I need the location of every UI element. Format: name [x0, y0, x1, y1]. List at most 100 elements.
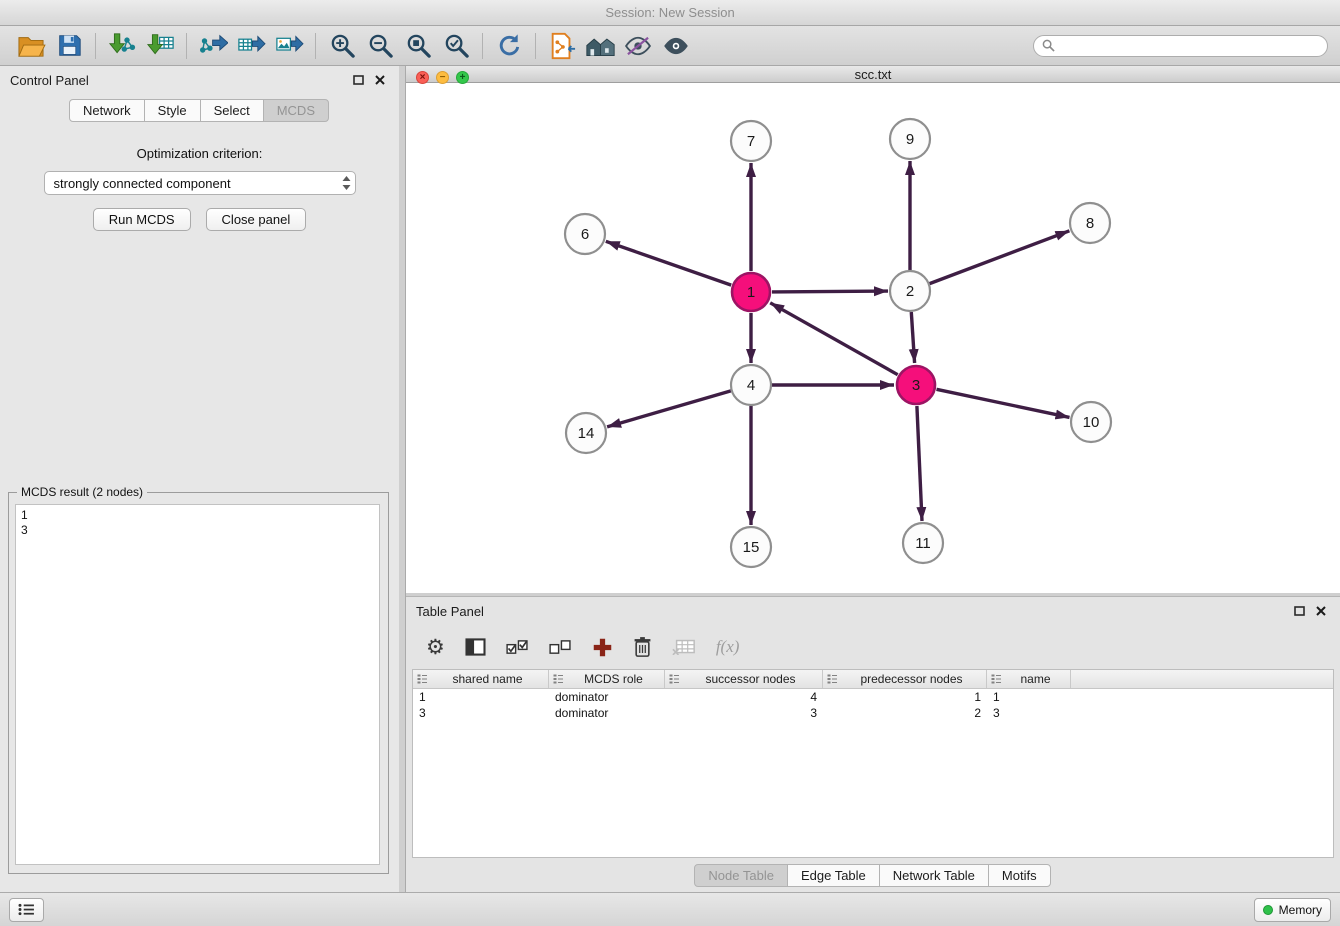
tab-network-table[interactable]: Network Table [879, 864, 989, 887]
right-column: × − + scc.txt 7968124314101511 [405, 66, 1340, 892]
window-title: Session: New Session [605, 5, 734, 20]
zoom-selected-button[interactable] [437, 29, 475, 63]
delete-table-button[interactable] [672, 639, 696, 655]
cell-successor-nodes[interactable]: 4 [665, 689, 823, 705]
cell-mcds-role[interactable]: dominator [549, 689, 665, 705]
close-panel-button[interactable] [371, 72, 389, 88]
cell-successor-nodes[interactable]: 3 [665, 705, 823, 721]
edge-2-3[interactable] [911, 312, 914, 363]
cell-name[interactable]: 3 [987, 705, 1071, 721]
application-window: Session: New Session [0, 0, 1340, 926]
network-window-title: scc.txt [855, 67, 892, 82]
main-toolbar [0, 26, 1340, 66]
tab-edge-table[interactable]: Edge Table [787, 864, 880, 887]
table-header-row: shared name MCDS role [413, 670, 1333, 689]
float-icon [1294, 606, 1305, 616]
tab-node-table[interactable]: Node Table [694, 864, 788, 887]
task-history-button[interactable] [9, 898, 44, 922]
mcds-panel-body: Optimization criterion: strongly connect… [0, 122, 399, 892]
show-graphics-details-button[interactable] [619, 29, 657, 63]
tab-style[interactable]: Style [144, 99, 201, 122]
search-input[interactable] [1061, 39, 1319, 53]
node-label-11: 11 [915, 535, 931, 552]
node-label-7: 7 [747, 133, 755, 150]
toolbar-separator [535, 33, 536, 59]
node-label-4: 4 [747, 377, 755, 394]
edge-1-2[interactable] [772, 291, 888, 292]
criterion-dropdown[interactable]: strongly connected component [44, 171, 356, 195]
node-table[interactable]: shared name MCDS role [412, 669, 1334, 858]
table-settings-button[interactable]: ⚙ [426, 637, 445, 658]
network-from-selection-button[interactable] [543, 29, 581, 63]
search-icon [1042, 39, 1055, 52]
open-session-button[interactable] [12, 29, 50, 63]
column-header-name[interactable]: name [987, 670, 1071, 688]
maximize-window-button[interactable]: + [456, 71, 469, 84]
run-mcds-button[interactable]: Run MCDS [93, 208, 191, 231]
function-builder-button[interactable]: f(x) [716, 637, 740, 657]
close-window-button[interactable]: × [416, 71, 429, 84]
cell-name[interactable]: 1 [987, 689, 1071, 705]
network-graph[interactable]: 7968124314101511 [406, 83, 1340, 588]
zoom-in-icon [329, 32, 356, 59]
import-network-icon [108, 32, 137, 59]
home-views-button[interactable] [581, 29, 619, 63]
tab-mcds[interactable]: MCDS [263, 99, 329, 122]
save-session-button[interactable] [50, 29, 88, 63]
tab-network[interactable]: Network [69, 99, 145, 122]
export-table-button[interactable] [232, 29, 270, 63]
add-row-button[interactable] [592, 637, 613, 658]
search-field[interactable] [1033, 35, 1328, 57]
show-columns-button[interactable] [465, 638, 486, 656]
floppy-disk-icon [57, 33, 82, 58]
apply-layout-button[interactable] [490, 29, 528, 63]
edge-3-1[interactable] [770, 303, 898, 375]
cell-shared-name[interactable]: 1 [413, 689, 549, 705]
edge-4-14[interactable] [607, 391, 731, 427]
cell-shared-name[interactable]: 3 [413, 705, 549, 721]
import-network-button[interactable] [103, 29, 141, 63]
column-header-shared-name[interactable]: shared name [413, 670, 549, 688]
edge-3-11[interactable] [917, 406, 922, 521]
table-panel: Table Panel ⚙ [406, 597, 1340, 892]
gear-icon: ⚙ [426, 637, 445, 658]
tab-select[interactable]: Select [200, 99, 264, 122]
memory-button[interactable]: Memory [1254, 898, 1331, 922]
cell-predecessor-nodes[interactable]: 1 [823, 689, 987, 705]
tab-motifs[interactable]: Motifs [988, 864, 1051, 887]
table-row[interactable]: 3 dominator 3 2 3 [413, 705, 1333, 721]
table-row[interactable]: 1 dominator 4 1 1 [413, 689, 1333, 705]
column-header-successor-nodes[interactable]: successor nodes [665, 670, 823, 688]
float-panel-button[interactable] [349, 72, 367, 88]
close-panel-button-mcds[interactable]: Close panel [206, 208, 307, 231]
deselect-all-columns-button[interactable] [549, 639, 572, 656]
network-canvas[interactable]: 7968124314101511 [406, 83, 1340, 593]
column-header-predecessor-nodes[interactable]: predecessor nodes [823, 670, 987, 688]
zoom-fit-button[interactable] [399, 29, 437, 63]
minimize-window-button[interactable]: − [436, 71, 449, 84]
import-table-button[interactable] [141, 29, 179, 63]
column-header-mcds-role[interactable]: MCDS role [549, 670, 665, 688]
delete-row-button[interactable] [633, 636, 652, 658]
edge-1-6[interactable] [606, 241, 731, 285]
network-window-titlebar[interactable]: × − + scc.txt [406, 66, 1340, 83]
zoom-out-button[interactable] [361, 29, 399, 63]
select-all-columns-button[interactable] [506, 639, 529, 656]
sort-icon [669, 674, 680, 684]
edge-2-8[interactable] [930, 231, 1070, 284]
close-table-panel-button[interactable] [1312, 603, 1330, 619]
cell-mcds-role[interactable]: dominator [549, 705, 665, 721]
export-image-button[interactable] [270, 29, 308, 63]
export-table-icon [237, 32, 266, 59]
sort-icon [417, 674, 428, 684]
toolbar-separator [186, 33, 187, 59]
cell-predecessor-nodes[interactable]: 2 [823, 705, 987, 721]
export-network-button[interactable] [194, 29, 232, 63]
edge-3-10[interactable] [937, 389, 1070, 417]
control-panel-title: Control Panel [10, 73, 89, 88]
float-table-panel-button[interactable] [1290, 603, 1308, 619]
toggle-graphics-details-button[interactable] [657, 29, 695, 63]
zoom-in-button[interactable] [323, 29, 361, 63]
mcds-result-list[interactable]: 1 3 [15, 504, 380, 865]
node-label-14: 14 [578, 425, 595, 442]
